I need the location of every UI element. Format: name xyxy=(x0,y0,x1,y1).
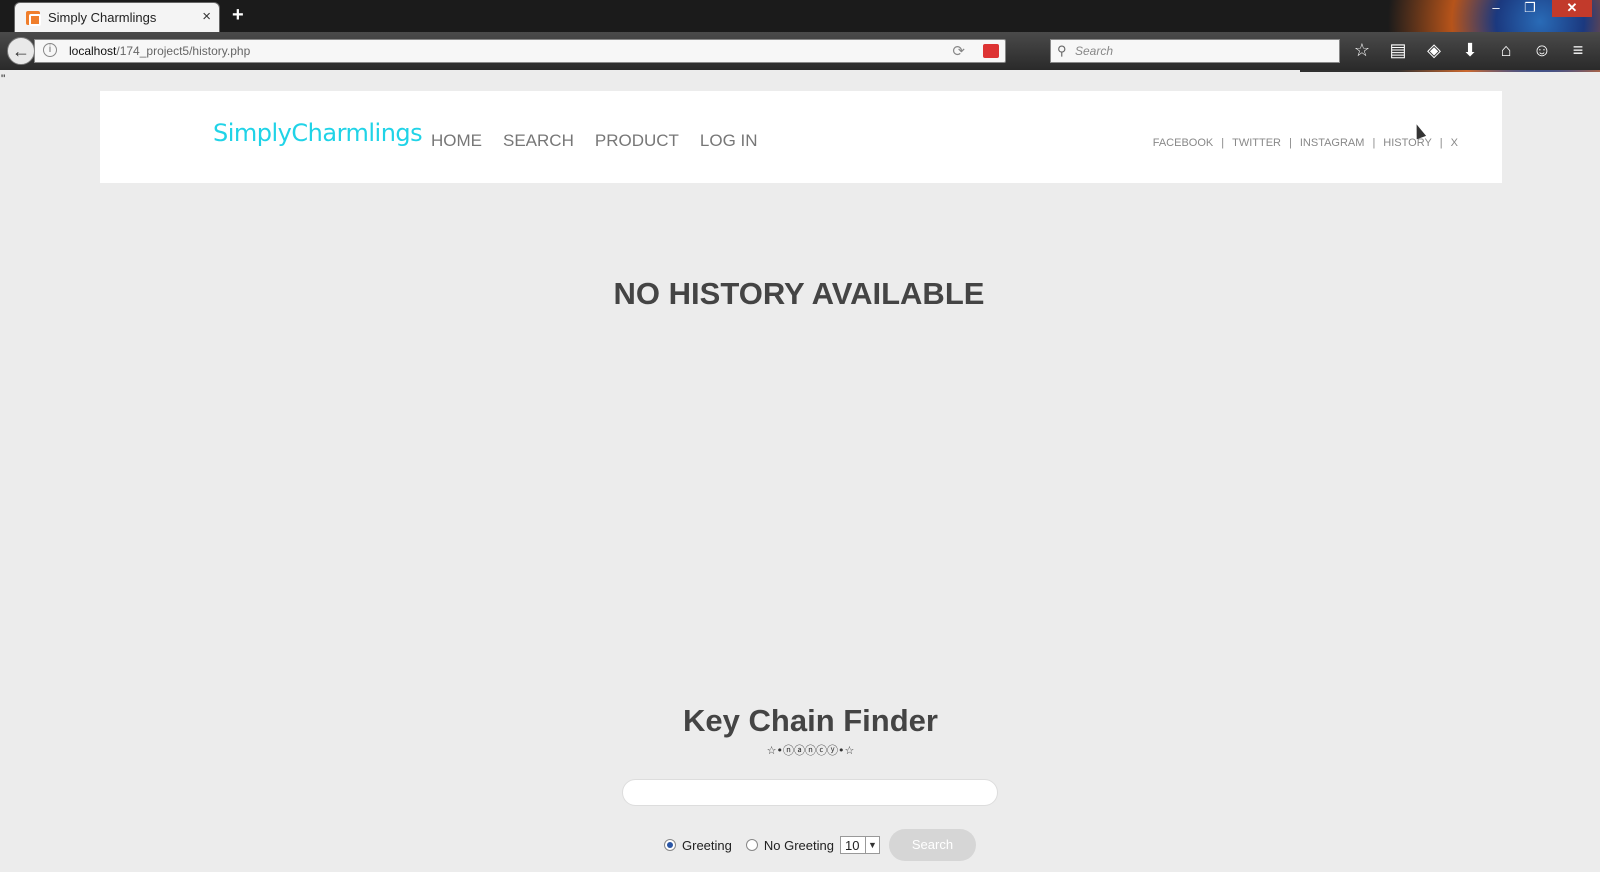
social-instagram[interactable]: INSTAGRAM xyxy=(1300,137,1365,149)
social-twitter[interactable]: TWITTER xyxy=(1232,137,1281,149)
menu-icon[interactable]: ≡ xyxy=(1566,37,1590,63)
browser-titlebar: Simply Charmlings × + – ❐ ✕ xyxy=(0,0,1600,72)
nav-separator: | xyxy=(1221,137,1225,149)
nav-history[interactable]: HISTORY xyxy=(1383,137,1432,149)
download-icon[interactable]: ⬇ xyxy=(1458,37,1482,63)
finder-options: Greeting No Greeting 10 ▼ Search xyxy=(664,829,976,861)
greeting-label: Greeting xyxy=(682,837,732,853)
nav-product[interactable]: PRODUCT xyxy=(595,131,679,151)
social-facebook[interactable]: FACEBOOK xyxy=(1153,137,1214,149)
nav-login[interactable]: LOG IN xyxy=(700,131,758,151)
new-tab-icon[interactable]: + xyxy=(232,4,244,27)
restore-icon[interactable]: ❐ xyxy=(1518,0,1542,17)
tab-title: Simply Charmlings xyxy=(48,10,157,25)
gmail-icon[interactable] xyxy=(983,44,999,58)
close-window-icon[interactable]: ✕ xyxy=(1552,0,1592,17)
count-select[interactable]: 10 ▼ xyxy=(839,836,880,854)
nav-separator: | xyxy=(1439,137,1443,149)
browser-navbar: ← i localhost/174_project5/history.php ⟳… xyxy=(0,32,1600,70)
no-greeting-radio[interactable] xyxy=(745,839,758,851)
browser-tab[interactable]: Simply Charmlings × xyxy=(14,2,220,32)
no-greeting-label: No Greeting xyxy=(763,837,834,853)
count-value: 10 xyxy=(844,837,860,853)
nav-x[interactable]: X xyxy=(1451,137,1458,149)
url-text: localhost/174_project5/history.php xyxy=(69,44,250,58)
finder-search-input[interactable] xyxy=(622,779,998,806)
stray-quote-mark: " xyxy=(1,72,6,86)
main-nav: HOME SEARCH PRODUCT LOG IN xyxy=(431,131,758,151)
reload-icon[interactable]: ⟳ xyxy=(952,42,965,60)
no-history-message: NO HISTORY AVAILABLE xyxy=(0,276,1600,312)
pocket-icon[interactable]: ◈ xyxy=(1422,37,1446,63)
no-history-text: NO HISTORY AVAILABLE xyxy=(613,276,985,311)
bookmark-star-icon[interactable]: ☆ xyxy=(1350,37,1374,63)
nav-separator: | xyxy=(1372,137,1376,149)
url-path: /174_project5/history.php xyxy=(116,44,251,58)
search-placeholder: Search xyxy=(1075,44,1114,58)
social-nav: FACEBOOK | TWITTER | INSTAGRAM | HISTORY… xyxy=(1153,137,1458,149)
site-logo[interactable]: SimplyCharmlings xyxy=(213,119,423,147)
url-host: localhost xyxy=(69,44,117,58)
nav-search[interactable]: SEARCH xyxy=(503,131,574,151)
back-arrow-icon[interactable]: ← xyxy=(7,37,35,65)
search-icon: ⚲ xyxy=(1057,43,1067,58)
finder-title: Key Chain Finder xyxy=(683,703,938,738)
finder-subtitle: ☆•ⓝⓐⓝⓒⓨ•☆ xyxy=(766,744,855,757)
finder-search-button[interactable]: Search xyxy=(888,829,976,861)
greeting-radio[interactable] xyxy=(664,839,676,851)
nav-separator: | xyxy=(1289,137,1292,149)
home-icon[interactable]: ⌂ xyxy=(1494,37,1518,63)
window-controls: – ❐ ✕ xyxy=(1484,0,1592,17)
tab-close-icon[interactable]: × xyxy=(202,8,211,25)
minimize-icon[interactable]: – xyxy=(1484,0,1508,17)
url-bar[interactable]: i localhost/174_project5/history.php ⟳ xyxy=(34,39,1006,63)
smiley-icon[interactable]: ☺ xyxy=(1530,37,1554,63)
reading-list-icon[interactable]: ▤ xyxy=(1386,37,1410,63)
xampp-favicon-icon xyxy=(26,11,41,26)
site-header: SimplyCharmlings HOME SEARCH PRODUCT LOG… xyxy=(100,91,1502,183)
nav-home[interactable]: HOME xyxy=(431,131,482,151)
info-icon[interactable]: i xyxy=(43,43,57,57)
chevron-down-icon[interactable]: ▼ xyxy=(864,837,879,853)
browser-search-bar[interactable]: ⚲ Search xyxy=(1050,39,1340,63)
browser-toolbar: ☆ ▤ ◈ ⬇ ⌂ ☺ ≡ xyxy=(1350,37,1590,63)
